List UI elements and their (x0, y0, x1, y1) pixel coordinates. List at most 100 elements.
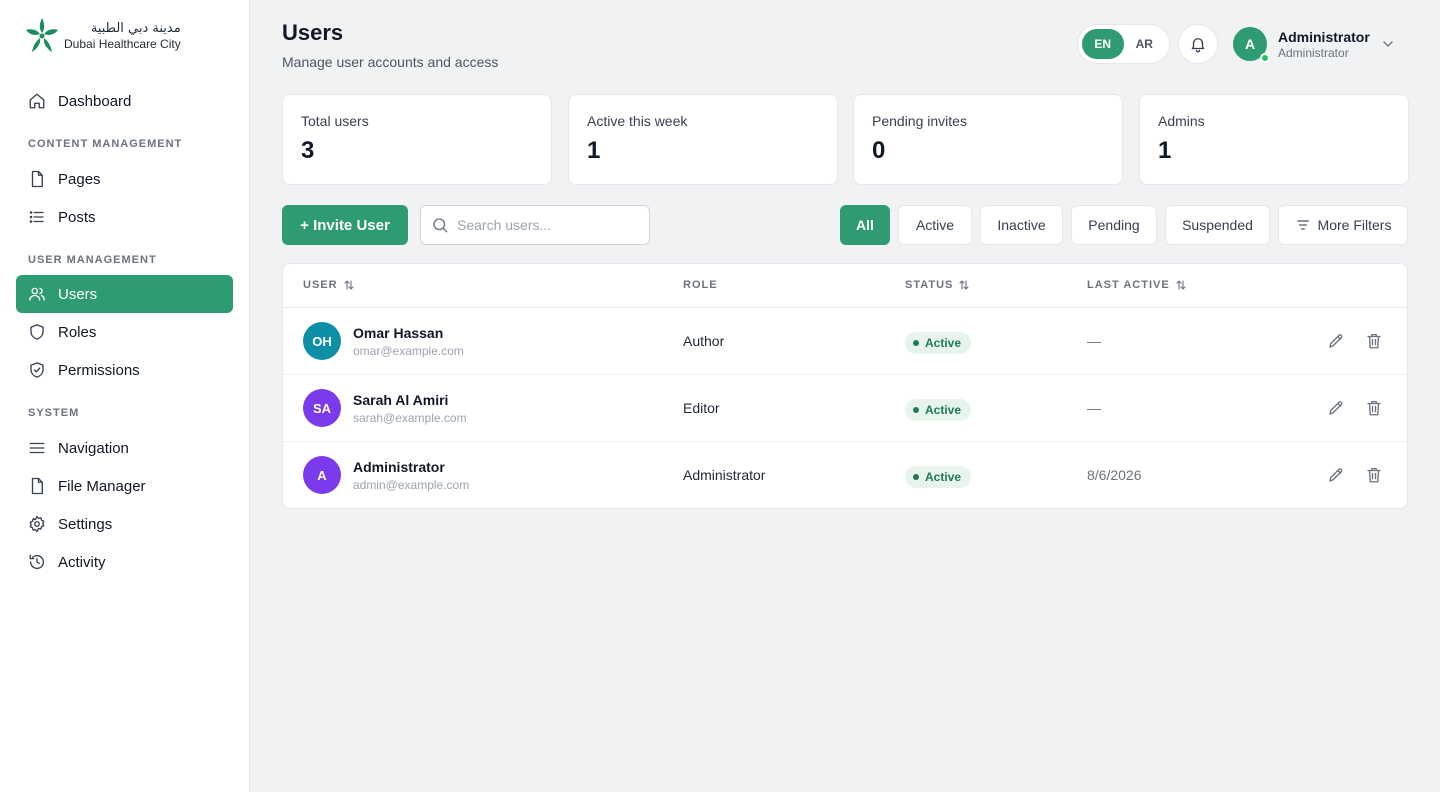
home-icon (28, 92, 46, 110)
stat-card-active-this-week: Active this week 1 (568, 94, 838, 185)
trash-icon[interactable] (1365, 466, 1383, 484)
status-dot (913, 474, 919, 480)
sidebar-item-label: Pages (58, 170, 101, 188)
sidebar-item-label: Navigation (58, 439, 129, 457)
sidebar-item-label: File Manager (58, 477, 146, 495)
status-label: Active (925, 470, 962, 484)
status-badge: Active (905, 466, 972, 488)
status-label: Active (925, 336, 962, 350)
sidebar-item-file-manager[interactable]: File Manager (16, 467, 233, 505)
column-header-label: ROLE (683, 279, 718, 291)
trash-icon[interactable] (1365, 332, 1383, 350)
sidebar-item-pages[interactable]: Pages (16, 160, 233, 198)
language-toggle: EN AR (1077, 24, 1170, 64)
current-user-role: Administrator (1278, 46, 1349, 60)
sidebar-item-label: Roles (58, 323, 97, 341)
menu-icon (28, 439, 46, 457)
status-dot (913, 340, 919, 346)
shield-icon (28, 323, 46, 341)
nav-section-users: USER MANAGEMENT (28, 254, 157, 266)
filter-inactive[interactable]: Inactive (980, 205, 1063, 245)
bell-icon (1191, 38, 1205, 53)
sidebar-item-dashboard[interactable]: Dashboard (16, 82, 233, 120)
stat-label: Total users (301, 113, 369, 129)
file-icon (28, 477, 46, 495)
sidebar-item-label: Posts (58, 208, 96, 226)
user-email: omar@example.com (353, 344, 464, 358)
sidebar-item-permissions[interactable]: Permissions (16, 351, 233, 389)
lang-ar-button[interactable]: AR (1124, 29, 1166, 59)
filter-icon (1296, 220, 1309, 230)
sidebar-item-label: Settings (58, 515, 113, 533)
avatar: SA (303, 389, 341, 427)
edit-icon[interactable] (1327, 399, 1345, 417)
sidebar-item-settings[interactable]: Settings (16, 505, 233, 543)
column-header-last-active[interactable]: LAST ACTIVE (1087, 279, 1187, 291)
user-email: admin@example.com (353, 478, 470, 492)
status-dot (913, 407, 919, 413)
table-row[interactable]: OH Omar Hassan omar@example.com Author A… (283, 308, 1407, 375)
file-icon (28, 170, 46, 188)
column-header-status[interactable]: STATUS (905, 279, 970, 291)
avatar: OH (303, 322, 341, 360)
brand-logo[interactable]: مدينة دبي الطبية Dubai Healthcare City (24, 16, 184, 56)
column-header-label: LAST ACTIVE (1087, 279, 1170, 291)
online-status-dot (1260, 53, 1270, 63)
sort-icon (1176, 280, 1186, 290)
invite-user-button[interactable]: + Invite User (282, 205, 408, 245)
column-header-role: ROLE (683, 279, 718, 291)
column-header-label: USER (303, 279, 338, 291)
nav-section-content: CONTENT MANAGEMENT (28, 138, 183, 150)
sidebar-item-activity[interactable]: Activity (16, 543, 233, 581)
more-filters-button[interactable]: More Filters (1278, 205, 1408, 245)
sidebar-item-label: Dashboard (58, 92, 132, 110)
table-row[interactable]: A Administrator admin@example.com Admini… (283, 442, 1407, 508)
user-role: Editor (683, 400, 720, 416)
list-icon (28, 208, 46, 226)
sidebar-item-label: Activity (58, 553, 106, 571)
filter-all[interactable]: All (840, 205, 890, 245)
users-table: USER ROLE STATUS LAST ACTIVE OH Omar Has… (282, 263, 1408, 509)
lang-en-button[interactable]: EN (1082, 29, 1124, 59)
stat-value: 0 (872, 137, 886, 164)
filter-suspended[interactable]: Suspended (1165, 205, 1270, 245)
stat-value: 3 (301, 137, 315, 164)
sidebar: مدينة دبي الطبية Dubai Healthcare City D… (0, 0, 250, 792)
avatar: A (303, 456, 341, 494)
stat-label: Admins (1158, 113, 1205, 129)
edit-icon[interactable] (1327, 332, 1345, 350)
stat-value: 1 (1158, 137, 1172, 164)
page-subtitle: Manage user accounts and access (282, 54, 499, 70)
shield-check-icon (28, 361, 46, 379)
filter-pending[interactable]: Pending (1071, 205, 1157, 245)
search-input[interactable] (457, 217, 637, 233)
users-icon (28, 285, 46, 303)
user-name: Omar Hassan (353, 325, 444, 341)
search-icon (433, 218, 448, 233)
user-email: sarah@example.com (353, 411, 467, 425)
last-active: — (1087, 333, 1101, 349)
sidebar-item-posts[interactable]: Posts (16, 198, 233, 236)
search-box (420, 205, 650, 245)
sidebar-item-navigation[interactable]: Navigation (16, 429, 233, 467)
user-name: Sarah Al Amiri (353, 392, 449, 408)
chevron-down-icon[interactable] (1380, 36, 1396, 52)
last-active: — (1087, 400, 1101, 416)
stat-card-admins: Admins 1 (1139, 94, 1409, 185)
more-filters-label: More Filters (1317, 217, 1392, 233)
user-role: Author (683, 333, 725, 349)
trash-icon[interactable] (1365, 399, 1383, 417)
sidebar-item-users[interactable]: Users (16, 275, 233, 313)
stat-label: Active this week (587, 113, 688, 129)
filter-active[interactable]: Active (898, 205, 972, 245)
edit-icon[interactable] (1327, 466, 1345, 484)
current-user-name[interactable]: Administrator (1278, 29, 1370, 45)
sidebar-item-roles[interactable]: Roles (16, 313, 233, 351)
table-row[interactable]: SA Sarah Al Amiri sarah@example.com Edit… (283, 375, 1407, 442)
notifications-button[interactable] (1178, 24, 1218, 64)
sort-icon (344, 280, 354, 290)
stat-card-pending-invites: Pending invites 0 (853, 94, 1123, 185)
sidebar-item-label: Permissions (58, 361, 140, 379)
column-header-user[interactable]: USER (303, 279, 355, 291)
brand-english-name: Dubai Healthcare City (64, 37, 181, 51)
